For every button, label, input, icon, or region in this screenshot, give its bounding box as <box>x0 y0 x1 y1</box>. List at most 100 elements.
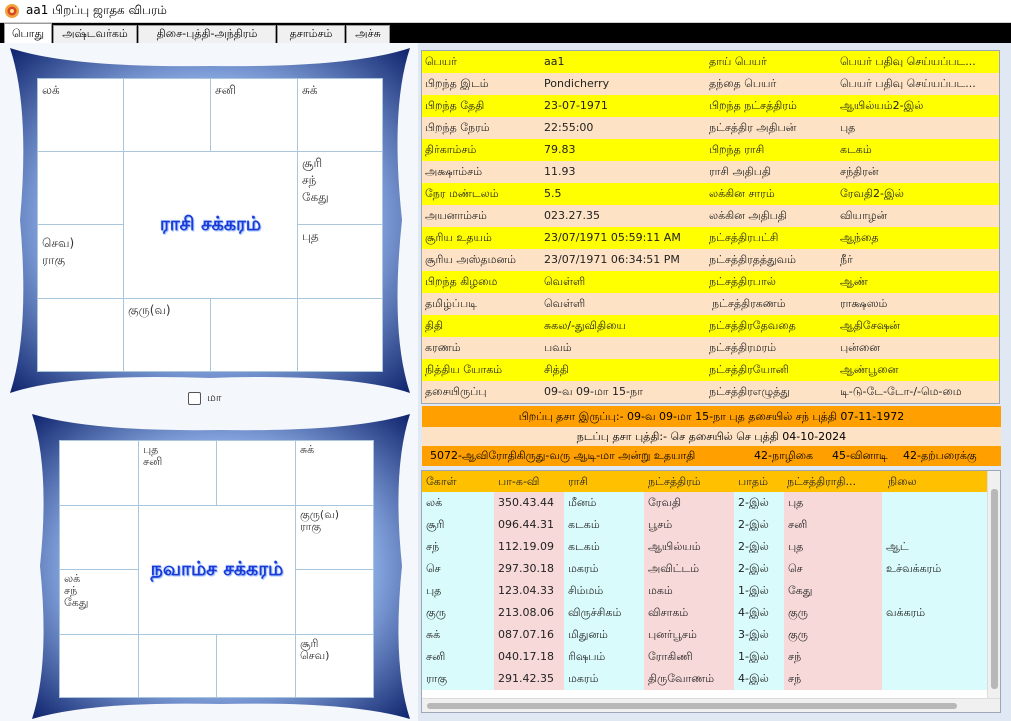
column-header[interactable]: நட்சத்திராதி... <box>787 471 879 492</box>
planet-cell: 087.07.16 <box>494 624 564 646</box>
navamsa-grid: புத சனி சுக் லக் சந் கேது குரு(வ) ராகு ச… <box>59 440 374 698</box>
birth-dasa-line: பிறப்பு தசா இருப்பு:- 09-வ 09-மா 15-நா ப… <box>422 406 1001 427</box>
vertical-scroll-thumb[interactable] <box>991 489 998 689</box>
navamsa-cell-left-0 <box>59 505 139 570</box>
rasi-cell-left-0 <box>37 151 124 225</box>
planet-cell: ரோகிணி <box>644 646 734 668</box>
info-cell: 5.5 <box>544 187 562 200</box>
info-cell: 23/07/1971 05:59:11 AM <box>544 231 681 244</box>
planet-cell: குரு <box>784 624 882 646</box>
rasi-cell-top-1 <box>123 78 211 152</box>
tab-print[interactable]: அச்சு <box>346 25 390 43</box>
navamsa-cell-bottom-3: சூரி செவ) <box>295 634 374 698</box>
info-cell: நட்சத்திரயோனி <box>709 363 789 376</box>
planet-cell: 4-இல் <box>734 602 784 624</box>
planet-cell: ரேவதி <box>644 492 734 514</box>
planet-cell: செ <box>422 558 494 580</box>
info-cell: ஆந்தை <box>840 231 879 244</box>
tarparai-text: 42-தற்பரைக்கு <box>903 449 977 462</box>
planet-cell: கடகம் <box>564 514 644 536</box>
tab-ashtavargam[interactable]: அஷ்டவர்கம் <box>53 25 137 43</box>
planet-cell <box>882 514 988 536</box>
info-cell: திதி <box>425 319 444 332</box>
rasi-cell-bottom-0 <box>37 298 124 372</box>
info-cell: பெயர் <box>425 55 457 68</box>
planet-row[interactable]: சூரி 096.44.31 கடகம் பூசம் 2-இல் சனி <box>422 514 988 536</box>
planet-row[interactable]: புத 123.04.33 சிம்மம் மகம் 1-இல் கேது <box>422 580 988 602</box>
planet-cell: புனர்பூசம் <box>644 624 734 646</box>
rasi-cell-bottom-2 <box>210 298 298 372</box>
info-cell: தாய் பெயர் <box>709 55 767 68</box>
planet-row[interactable]: ராகு 291.42.35 மகரம் திருவோணம் 4-இல் சந் <box>422 668 988 690</box>
column-header[interactable]: பா-க-வி <box>498 471 539 492</box>
planet-row[interactable]: சனி 040.17.18 ரிஷபம் ரோகிணி 1-இல் சந் <box>422 646 988 668</box>
planet-cell: 213.08.06 <box>494 602 564 624</box>
planet-cell: பூசம் <box>644 514 734 536</box>
planet-cell: சந் <box>784 646 882 668</box>
ma-checkbox-row[interactable]: மா <box>188 391 222 406</box>
planet-cell: மீனம் <box>564 492 644 514</box>
info-cell: தசையிருப்பு <box>425 385 487 398</box>
column-header[interactable]: கோள் <box>426 471 457 492</box>
vertical-scrollbar[interactable] <box>987 471 1000 699</box>
navamsa-cell-top-2 <box>216 440 296 506</box>
planet-row[interactable]: லக் 350.43.44 மீனம் ரேவதி 2-இல் புத <box>422 492 988 514</box>
tab-general[interactable]: பொது <box>4 23 52 43</box>
tab-dasa-bhukti[interactable]: திசை-புத்தி-அந்திரம் <box>138 25 276 43</box>
planet-cell <box>882 624 988 646</box>
tab-dasamsam[interactable]: தசாம்சம் <box>277 25 345 43</box>
info-row: பிறந்த இடம் Pondicherry தந்தை பெயர் பெயர் ப… <box>422 73 999 95</box>
planet-row[interactable]: சுக் 087.07.16 மிதுனம் புனர்பூசம் 3-இல் குரு <box>422 624 988 646</box>
planet-cell: 297.30.18 <box>494 558 564 580</box>
planet-cell <box>882 668 988 690</box>
planet-table: கோள் பா-க-வி ராசி நட்சத்திரம் பாதம் நட்ச… <box>421 470 1001 713</box>
planet-cell: லக் <box>422 492 494 514</box>
info-cell: பிறந்த கிழமை <box>425 275 498 288</box>
horizontal-scroll-thumb[interactable] <box>427 703 957 709</box>
rasi-cell-left-1: செவ) ராகு <box>37 224 124 299</box>
info-cell: பிறந்த நட்சத்திரம் <box>709 99 797 112</box>
planet-cell: வக்கரம் <box>882 602 988 624</box>
planet-row[interactable]: சந் 112.19.09 கடகம் ஆயில்யம் 2-இல் புத ஆட் <box>422 536 988 558</box>
planet-cell: ஆயில்யம் <box>644 536 734 558</box>
navamsa-cell-top-3: சுக் <box>295 440 374 506</box>
rasi-cell-top-0: லக் <box>37 78 124 152</box>
info-cell: நட்சத்திரதத்துவம் <box>709 253 797 266</box>
info-cell: நீர் <box>840 253 853 266</box>
planet-cell: சனி <box>422 646 494 668</box>
column-header[interactable]: நட்சத்திரம் <box>648 471 701 492</box>
planet-row[interactable]: குரு 213.08.06 விருச்சிகம் விசாகம் 4-இல் குரு… <box>422 602 988 624</box>
planet-cell: சிம்மம் <box>564 580 644 602</box>
planet-cell: 3-இல் <box>734 624 784 646</box>
info-cell: சுகல/-துவிதியை <box>544 319 626 332</box>
calendar-text: 5072-ஆவிரோதிகிருது-வரு ஆடி-மா அன்று உதயா… <box>430 449 696 462</box>
birth-info-table: பெயர் aa1 தாய் பெயர் பெயர் பதிவு செய்யப்பட.… <box>421 50 1000 404</box>
planet-cell: 2-இல் <box>734 536 784 558</box>
planet-cell: அவிட்டம் <box>644 558 734 580</box>
info-cell: நட்சத்திரஎழுத்து <box>709 385 790 398</box>
column-header[interactable]: ராசி <box>568 471 588 492</box>
info-cell: வெள்ளி <box>544 275 586 288</box>
info-cell: பிறந்த தேதி <box>425 99 485 112</box>
column-header[interactable]: நிலை <box>888 471 917 492</box>
ma-checkbox[interactable] <box>188 392 201 405</box>
horizontal-scrollbar[interactable] <box>422 698 1000 712</box>
info-row: தசையிருப்பு 09-வ 09-மா 15-நா நட்சத்திரஎழுத… <box>422 381 999 403</box>
planet-row[interactable]: செ 297.30.18 மகரம் அவிட்டம் 2-இல் செ உச்வக்கரம… <box>422 558 988 580</box>
info-cell: லக்கின அதிபதி <box>709 209 787 222</box>
planet-cell: குரு <box>422 602 494 624</box>
planet-cell: மகம் <box>644 580 734 602</box>
info-cell: ராக்ஷஸம் <box>840 297 888 310</box>
info-cell: நித்திய யோகம் <box>425 363 503 376</box>
planet-cell: 2-இல் <box>734 514 784 536</box>
planet-cell: ரிஷபம் <box>564 646 644 668</box>
planet-cell: 291.42.35 <box>494 668 564 690</box>
info-cell: 023.27.35 <box>544 209 600 222</box>
info-cell: நட்சத்திரதேவதை <box>709 319 796 332</box>
planet-cell: கேது <box>784 580 882 602</box>
info-row: திதி சுகல/-துவிதியை நட்சத்திரதேவதை ஆதிசேஷன் <box>422 315 999 337</box>
column-header[interactable]: பாதம் <box>738 471 768 492</box>
info-row: பிறந்த நேரம் 22:55:00 நட்சத்திர அதிபன் புத <box>422 117 999 139</box>
planet-cell: புத <box>422 580 494 602</box>
planet-cell: செ <box>784 558 882 580</box>
